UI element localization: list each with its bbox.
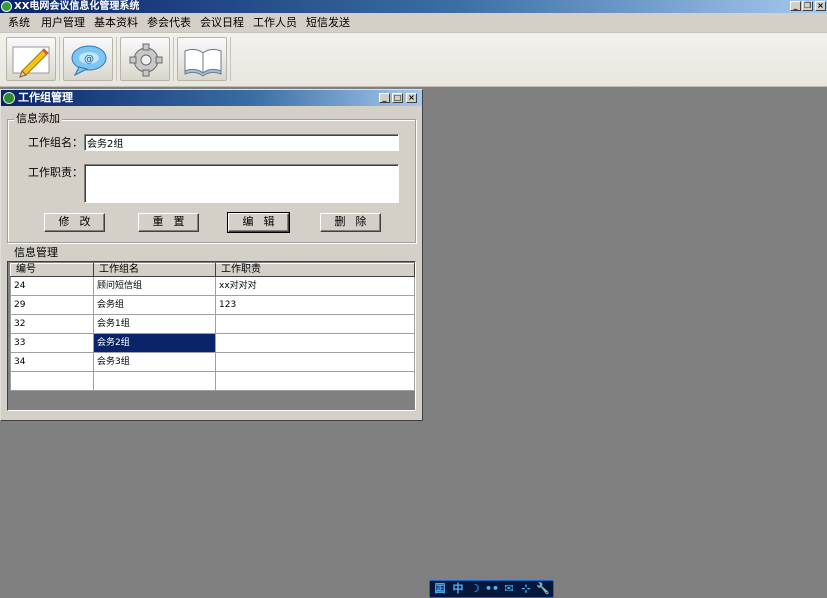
cell-duty[interactable]: xx对对对 [215,276,415,296]
group-name-label: 工作组名： [28,136,83,149]
cell-name[interactable]: 顾问短信组 [93,276,216,296]
group-name-input[interactable] [84,134,399,151]
cell-name-selected[interactable]: 会务2组 [93,333,216,353]
workgroup-grid[interactable]: 编号 工作组名 工作职责 24 顾问短信组 xx对对对 29 会务组 123 3… [7,261,416,411]
toolbar-separator [173,37,174,81]
menu-system[interactable]: 系统 [8,16,30,30]
table-row[interactable]: 29 会务组 123 [10,295,415,315]
group-duty-input[interactable] [84,164,399,203]
ime-chinese-mode-icon[interactable]: 中 [451,582,465,596]
col-header-name[interactable]: 工作组名 [93,263,216,277]
reset-button[interactable]: 重置 [138,213,199,232]
menu-staff[interactable]: 工作人员 [253,16,297,30]
app-title: XX电网会议信息化管理系统 [14,1,140,12]
table-new-row[interactable] [10,371,415,391]
window-logo-icon [3,92,15,104]
ime-softkeyboard-icon[interactable]: ✉ [502,582,516,596]
cell-name[interactable] [93,371,216,391]
ime-language-bar: 囸 中 ☽ •• ✉ ⊹ 🔧 [429,580,554,598]
chat-bubble-icon: @ [71,45,107,77]
window-close-button[interactable]: × [406,93,417,103]
table-row[interactable]: 24 顾问短信组 xx对对对 [10,276,415,296]
info-manage-group-title: 信息管理 [12,246,60,260]
cell-duty[interactable] [215,333,415,353]
ime-halfwidth-icon[interactable]: ☽ [468,582,482,596]
col-header-id[interactable]: 编号 [10,263,94,277]
toolbar-edit-button[interactable] [6,37,56,81]
group-duty-label: 工作职责： [28,166,83,179]
cell-duty[interactable] [215,371,415,391]
cell-duty[interactable]: 123 [215,295,415,315]
workgroup-window: 工作组管理 _ □ × 信息添加 工作组名： 工作职责： 修改 重置 编辑 删除… [0,89,423,421]
cell-id[interactable]: 32 [10,314,94,334]
table-header-row: 编号 工作组名 工作职责 [10,263,415,277]
ime-split-icon[interactable]: ⊹ [519,582,533,596]
modify-button[interactable]: 修改 [44,213,105,232]
app-title-bar: XX电网会议信息化管理系统 _ ❐ × [0,0,827,13]
app-minimize-button[interactable]: _ [790,1,801,11]
col-header-duty[interactable]: 工作职责 [215,263,415,277]
toolbar-settings-button[interactable] [120,37,170,81]
table-row[interactable]: 33 会务2组 [10,333,415,353]
app-logo-icon [1,1,12,12]
menu-bar: 系统 用户管理 基本资料 参会代表 会议日程 工作人员 短信发送 [0,13,827,33]
menu-sms-send[interactable]: 短信发送 [306,16,350,30]
window-minimize-button[interactable]: _ [379,93,390,103]
cell-id[interactable]: 24 [10,276,94,296]
toolbar-separator [230,37,231,81]
toolbar-separator [116,37,117,81]
menu-basic-info[interactable]: 基本资料 [94,16,138,30]
svg-text:@: @ [84,54,94,65]
cell-id[interactable] [10,371,94,391]
ime-settings-icon[interactable]: 🔧 [536,582,550,596]
open-book-icon [184,48,222,77]
menu-user-manage[interactable]: 用户管理 [41,16,85,30]
app-close-button[interactable]: × [815,1,826,11]
workgroup-window-title-bar[interactable]: 工作组管理 _ □ × [1,90,422,106]
gear-icon [129,43,163,77]
workgroup-table: 编号 工作组名 工作职责 24 顾问短信组 xx对对对 29 会务组 123 3… [10,263,415,391]
table-row[interactable]: 34 会务3组 [10,352,415,372]
info-add-group-title: 信息添加 [14,112,62,126]
menu-delegates[interactable]: 参会代表 [147,16,191,30]
table-row[interactable]: 32 会务1组 [10,314,415,334]
toolbar-message-button[interactable]: @ [63,37,113,81]
delete-button[interactable]: 删除 [320,213,381,232]
cell-id[interactable]: 34 [10,352,94,372]
cell-name[interactable]: 会务组 [93,295,216,315]
toolbar-separator [59,37,60,81]
cell-name[interactable]: 会务3组 [93,352,216,372]
window-maximize-button[interactable]: □ [392,93,403,103]
toolbar-book-button[interactable] [177,37,227,81]
toolbar: @ [0,33,827,87]
ime-logo-icon[interactable]: 囸 [433,582,447,596]
workgroup-window-title: 工作组管理 [18,91,73,104]
ime-punctuation-icon[interactable]: •• [485,582,499,596]
cell-id[interactable]: 29 [10,295,94,315]
menu-schedule[interactable]: 会议日程 [200,16,244,30]
pencil-icon [12,46,50,78]
cell-name[interactable]: 会务1组 [93,314,216,334]
cell-id[interactable]: 33 [10,333,94,353]
cell-duty[interactable] [215,352,415,372]
edit-button[interactable]: 编辑 [227,212,290,233]
app-restore-button[interactable]: ❐ [802,1,813,11]
cell-duty[interactable] [215,314,415,334]
